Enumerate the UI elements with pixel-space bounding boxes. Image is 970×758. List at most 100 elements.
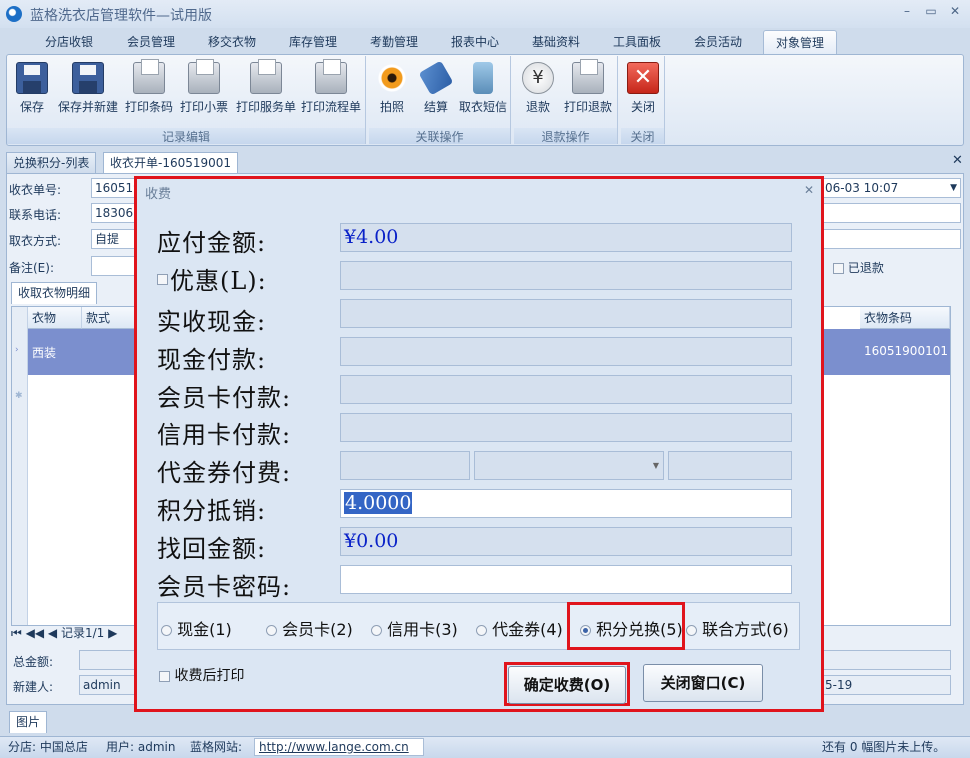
title-bar: 蓝格洗衣店管理软件—试用版 – ▭ ✕ (0, 0, 970, 28)
photo-button[interactable]: 拍照 (371, 60, 413, 122)
cell-clothes: 西装 (32, 346, 57, 360)
ribbon: 保存 保存并新建 打印条码 打印小票 打印服务单 打印流程单 记录编辑 拍照 结… (6, 54, 964, 146)
credit-card-pay-label: 信用卡付款: (157, 421, 292, 449)
amount-due-label: 应付金额: (157, 229, 267, 257)
refunded-checkbox[interactable]: 已退款 (833, 259, 884, 276)
doc-tab-points-list[interactable]: 兑换积分-列表 (6, 152, 97, 173)
discount-field[interactable] (340, 261, 792, 290)
creator-label: 新建人: (13, 680, 54, 694)
close-window-icon[interactable]: ✕ (946, 4, 964, 22)
tab-object-management[interactable]: 对象管理 (763, 30, 837, 54)
print-receipt-button[interactable]: 打印小票 (177, 59, 231, 122)
credit-card-pay-field[interactable] (340, 413, 792, 442)
voucher-select[interactable]: ▼ (474, 451, 664, 480)
cash-received-label: 实收现金: (157, 308, 267, 336)
pager-text: 记录1/1 (60, 626, 105, 640)
printer-icon (250, 59, 282, 94)
grid-header-style[interactable]: 款式 (82, 307, 142, 329)
tab-reports[interactable]: 报表中心 (436, 30, 514, 54)
maximize-icon[interactable]: ▭ (922, 4, 940, 22)
ribbon-group-close: ✕ 关闭 关闭 (621, 56, 665, 144)
datetime-field[interactable]: 06-03 10:07 ▼ (821, 178, 961, 198)
grid-header-clothes[interactable]: 衣物 (28, 307, 82, 329)
group-label: 关闭 (621, 128, 664, 144)
form-field-right-2[interactable] (821, 229, 961, 249)
status-bar: 分店: 中国总店 用户: admin 蓝格网站: http://www.lang… (0, 736, 970, 758)
print-service-button[interactable]: 打印服务单 (232, 59, 300, 122)
checkbox-icon (159, 670, 170, 682)
tab-transfer-clothes[interactable]: 移交衣物 (193, 30, 271, 54)
tab-shop-cashier[interactable]: 分店收银 (30, 30, 108, 54)
print-refund-button[interactable]: 打印退款 (560, 59, 616, 122)
window-title: 蓝格洗衣店管理软件—试用版 (30, 8, 212, 24)
close-dialog-button[interactable]: 关闭窗口(C) (643, 664, 763, 702)
ribbon-group-refund: ¥ 退款 打印退款 退款操作 (514, 56, 618, 144)
checkbox-icon (833, 263, 844, 274)
detail-tab[interactable]: 收取衣物明细 (11, 282, 98, 304)
print-barcode-button[interactable]: 打印条码 (121, 59, 177, 122)
voucher-amount-field[interactable] (340, 451, 470, 480)
change-field: ¥0.00 (340, 527, 792, 556)
form-field-right-1[interactable] (821, 203, 961, 223)
pay-method-voucher[interactable]: 代金券(4) (476, 616, 563, 640)
tab-member-activity[interactable]: 会员活动 (679, 30, 757, 54)
site-label: 蓝格网站: (190, 740, 243, 754)
dialog-close-icon[interactable]: ✕ (804, 183, 814, 197)
refund-button[interactable]: ¥ 退款 (518, 60, 558, 122)
group-label: 退款操作 (514, 128, 617, 144)
close-button[interactable]: ✕ 关闭 (623, 60, 663, 122)
card-password-label: 会员卡密码: (157, 573, 292, 601)
cash-pay-field[interactable] (340, 337, 792, 366)
minimize-icon[interactable]: – (898, 4, 916, 22)
new-row-icon: ✱ (15, 391, 23, 401)
ribbon-group-record-edit: 保存 保存并新建 打印条码 打印小票 打印服务单 打印流程单 记录编辑 (7, 56, 366, 144)
cell-barcode: 16051900101 (864, 344, 948, 358)
amount-due-field: ¥4.00 (340, 223, 792, 252)
radio-icon (476, 625, 487, 636)
discount-checkbox[interactable]: 优惠(L): (157, 261, 267, 296)
tab-attendance[interactable]: 考勤管理 (355, 30, 433, 54)
group-label: 记录编辑 (7, 128, 365, 144)
first-page-icon[interactable]: ⏮ (11, 626, 22, 640)
pay-method-combined[interactable]: 联合方式(6) (686, 616, 789, 640)
pickup-label: 取衣方式: (9, 234, 62, 248)
user-status: 用户: admin (106, 740, 176, 754)
save-button[interactable]: 保存 (11, 60, 53, 122)
pay-method-cash[interactable]: 现金(1) (161, 616, 232, 640)
points-field[interactable]: 4.0000 (340, 489, 792, 518)
tab-tools[interactable]: 工具面板 (598, 30, 676, 54)
settle-button[interactable]: 结算 (415, 60, 457, 122)
tab-basic-data[interactable]: 基础资料 (517, 30, 595, 54)
dialog-title: 收费 (145, 187, 172, 202)
pickup-sms-button[interactable]: 取衣短信 (457, 60, 509, 122)
grid-header-barcode[interactable]: 衣物条码 (860, 307, 950, 329)
pay-method-member-card[interactable]: 会员卡(2) (266, 616, 353, 640)
prev-page-icon[interactable]: ◀◀ ◀ (22, 626, 61, 640)
doc-tab-order[interactable]: 收衣开单-160519001 (103, 152, 239, 174)
pay-method-points[interactable]: 积分兑换(5) (580, 616, 683, 640)
tag-icon (418, 60, 454, 96)
print-flow-button[interactable]: 打印流程单 (299, 59, 363, 122)
close-tab-icon[interactable]: ✕ (952, 153, 963, 168)
print-after-checkbox[interactable]: 收费后打印 (159, 665, 244, 685)
pay-method-credit-card[interactable]: 信用卡(3) (371, 616, 458, 640)
pictures-tab[interactable]: 图片 (9, 711, 48, 733)
next-page-icon[interactable]: ▶ (104, 626, 117, 640)
tab-inventory[interactable]: 库存管理 (274, 30, 352, 54)
dropdown-arrow-icon[interactable]: ▼ (950, 179, 957, 197)
change-label: 找回金额: (157, 535, 267, 563)
yen-icon: ¥ (522, 62, 554, 94)
save-and-new-button[interactable]: 保存并新建 (55, 60, 121, 122)
current-row-icon: › (15, 345, 19, 355)
cash-received-field[interactable] (340, 299, 792, 328)
member-card-pay-field[interactable] (340, 375, 792, 404)
printer-icon (572, 59, 604, 94)
tab-member-management[interactable]: 会员管理 (112, 30, 190, 54)
card-password-field[interactable] (340, 565, 792, 594)
confirm-payment-button[interactable]: 确定收费(O) (508, 666, 626, 704)
printer-icon (133, 59, 165, 94)
dropdown-arrow-icon: ▼ (652, 461, 659, 470)
voucher-code-field[interactable] (668, 451, 792, 480)
checkbox-icon (157, 274, 168, 285)
site-link[interactable]: http://www.lange.com.cn (254, 738, 424, 756)
